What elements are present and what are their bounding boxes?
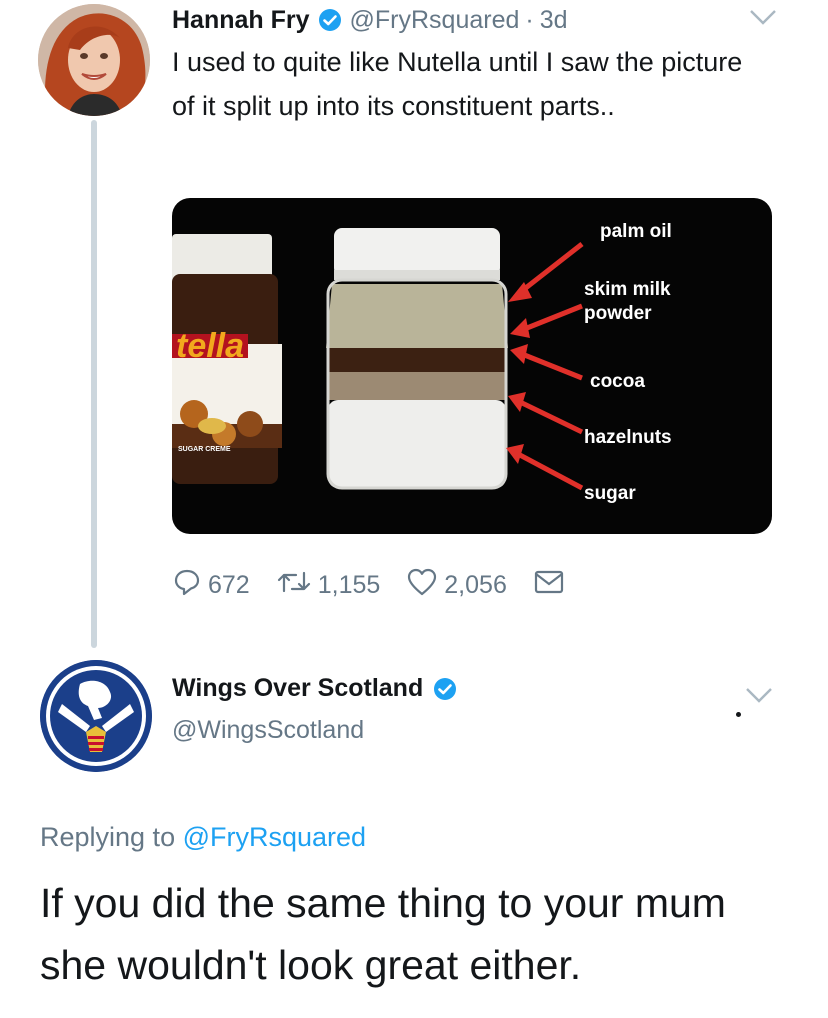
label-sugar: sugar (584, 483, 636, 504)
heart-icon (406, 567, 444, 604)
author-handle[interactable]: @FryRsquared (350, 6, 520, 35)
timestamp[interactable]: 3d (540, 6, 568, 35)
avatar-portrait (38, 4, 150, 116)
like-button[interactable]: 2,056 (406, 567, 507, 604)
retweet-icon (276, 567, 318, 604)
label-skim-milk-powder: skim milk powder (584, 279, 671, 324)
avatar[interactable] (38, 4, 150, 116)
replying-prefix: Replying to (40, 822, 176, 852)
separator-dot: · (525, 5, 534, 34)
label-cocoa: cocoa (590, 371, 645, 392)
reply-text: If you did the same thing to your mum sh… (40, 880, 726, 988)
replying-to-line: Replying to @FryRsquared (40, 822, 366, 853)
label-hazelnuts: hazelnuts (584, 427, 672, 448)
verified-badge-icon (318, 8, 342, 32)
reply-icon (172, 567, 208, 604)
stray-dot (736, 712, 741, 717)
retweet-count: 1,155 (317, 570, 381, 599)
message-icon (533, 569, 571, 602)
tweet-text: I used to quite like Nutella until I saw… (172, 47, 743, 121)
reply-author-name[interactable]: Wings Over Scotland (172, 674, 423, 703)
thread-connector-line (91, 120, 97, 648)
tweet-actions: 672 1,155 2,056 (172, 562, 597, 608)
reply-chevron-down-icon[interactable] (744, 686, 774, 709)
replying-to-link[interactable]: @FryRsquared (183, 822, 366, 852)
tweet-header: Hannah Fry @FryRsquared · 3d (172, 0, 568, 40)
direct-message-button[interactable] (533, 569, 571, 602)
chevron-down-icon[interactable] (748, 8, 778, 31)
reply-button[interactable]: 672 (172, 567, 250, 604)
reply-avatar[interactable] (40, 660, 152, 772)
retweet-button[interactable]: 1,155 (276, 567, 381, 604)
wings-logo (40, 660, 152, 772)
label-palm-oil: palm oil (600, 221, 672, 242)
nutella-jars-photo (172, 228, 584, 491)
reply-verified-badge-icon (433, 677, 457, 701)
like-count: 2,056 (444, 570, 507, 599)
author-name[interactable]: Hannah Fry (172, 6, 310, 35)
jar-small-label: SUGAR CREME (178, 446, 231, 453)
reply-author-handle[interactable]: @WingsScotland (172, 716, 364, 745)
jar-brand-label: tella (172, 329, 249, 363)
reply-count: 672 (208, 570, 250, 599)
reply-header: Wings Over Scotland (172, 674, 457, 703)
tweet-media-image[interactable]: tella SUGAR CREME palm oil skim milk pow… (172, 198, 772, 534)
